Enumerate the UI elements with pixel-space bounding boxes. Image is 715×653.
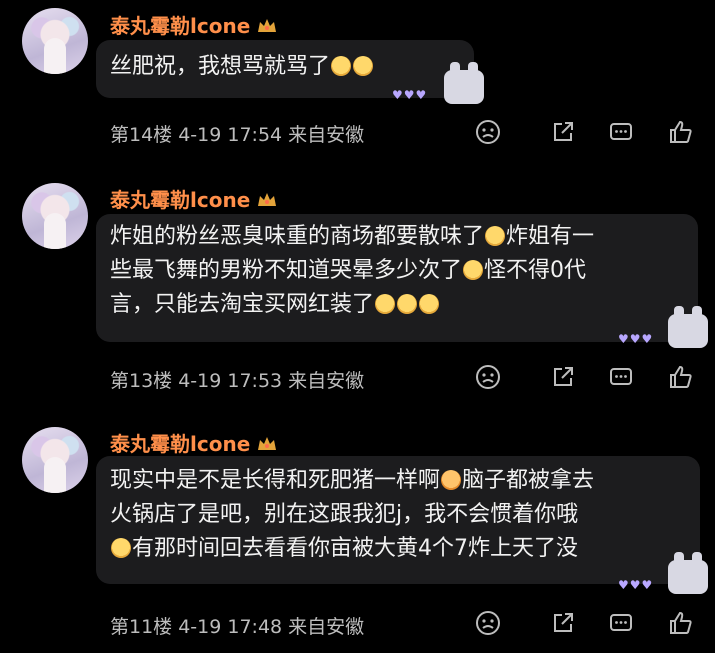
comment-line: 炸姐的粉丝恶臭味重的商场都要散味了 <box>110 224 485 249</box>
sticker-icon <box>668 552 708 594</box>
username[interactable]: 泰丸霉勒lcone <box>110 428 278 457</box>
comment-line: 现实中是不是长得和死肥猪一样啊 <box>110 468 441 493</box>
username-text[interactable]: 泰丸霉勒lcone <box>110 432 250 456</box>
crown-icon <box>258 193 277 206</box>
comment-icon[interactable] <box>607 118 635 146</box>
emoji-icon <box>485 226 506 246</box>
emoji-icon <box>353 56 374 76</box>
comment-line: 些最飞舞的男粉不知道哭晕多少次了 <box>110 258 463 283</box>
hearts-icon: ♥♥♥ <box>618 332 654 346</box>
sad-face-icon[interactable] <box>474 363 502 391</box>
crown-icon <box>258 19 277 32</box>
like-icon[interactable] <box>667 118 695 146</box>
emoji-icon <box>375 294 396 314</box>
comment-line: 有那时间回去看看你亩被大黄4个7炸上天了没 <box>132 536 578 561</box>
emoji-icon <box>463 260 484 280</box>
avatar[interactable] <box>22 183 88 249</box>
comment-line: 言，只能去淘宝买网红装了 <box>110 292 375 317</box>
comment-meta: 第11楼 4-19 17:48 来自安徽 <box>110 616 365 638</box>
like-icon[interactable] <box>667 363 695 391</box>
comment-line: 炸姐有一 <box>506 224 595 249</box>
emoji-icon <box>419 294 440 314</box>
emoji-icon <box>441 470 462 490</box>
comment-icon[interactable] <box>607 609 635 637</box>
sticker-icon <box>444 62 484 104</box>
comment-text: 炸姐的粉丝恶臭味重的商场都要散味了 炸姐有一 些最飞舞的男粉不知道哭晕多少次了 怪不… <box>110 220 594 322</box>
sticker-icon <box>668 306 708 348</box>
username[interactable]: 泰丸霉勒lcone <box>110 10 278 39</box>
avatar[interactable] <box>22 8 88 74</box>
like-icon[interactable] <box>667 609 695 637</box>
emoji-icon <box>331 56 352 76</box>
comment-line: 怪不得0代 <box>484 258 587 283</box>
emoji-icon <box>111 538 131 558</box>
username[interactable]: 泰丸霉勒lcone <box>110 184 278 213</box>
sad-face-icon[interactable] <box>474 609 502 637</box>
comment-text: 丝肥祝，我想骂就骂了 <box>110 50 374 84</box>
comment-line: 火锅店了是吧，别在这跟我犯j，我不会惯着你哦 <box>110 502 579 527</box>
share-icon[interactable] <box>549 363 577 391</box>
hearts-icon: ♥♥♥ <box>392 88 428 102</box>
comment-text: 现实中是不是长得和死肥猪一样啊 脑子都被拿去 火锅店了是吧，别在这跟我犯j，我不会… <box>110 464 594 566</box>
crown-icon <box>258 437 277 450</box>
comment-meta: 第13楼 4-19 17:53 来自安徽 <box>110 370 365 392</box>
username-text[interactable]: 泰丸霉勒lcone <box>110 188 250 212</box>
avatar[interactable] <box>22 427 88 493</box>
comment-meta: 第14楼 4-19 17:54 来自安徽 <box>110 124 365 146</box>
hearts-icon: ♥♥♥ <box>618 578 654 592</box>
comment-line: 丝肥祝，我想骂就骂了 <box>110 54 331 79</box>
share-icon[interactable] <box>549 609 577 637</box>
comment-icon[interactable] <box>607 363 635 391</box>
share-icon[interactable] <box>549 118 577 146</box>
sad-face-icon[interactable] <box>474 118 502 146</box>
comment-line: 脑子都被拿去 <box>462 468 595 493</box>
username-text[interactable]: 泰丸霉勒lcone <box>110 14 250 38</box>
emoji-icon <box>397 294 418 314</box>
